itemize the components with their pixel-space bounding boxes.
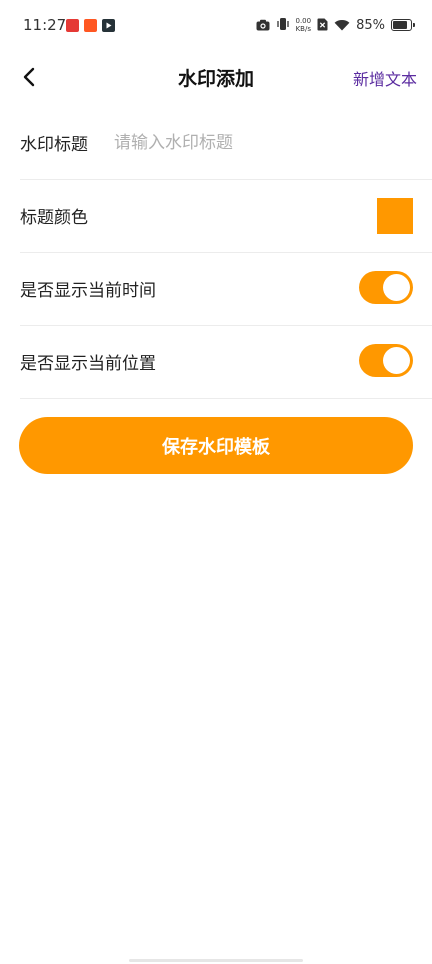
status-time: 11:27 — [23, 16, 67, 34]
battery-percent: 85% — [356, 17, 385, 33]
camera-icon — [256, 16, 270, 35]
battery-icon — [391, 19, 415, 31]
home-indicator[interactable] — [129, 959, 303, 962]
toggle-knob — [383, 347, 410, 374]
nav-bar: 水印添加 新增文本 — [0, 52, 432, 102]
show-location-row: 是否显示当前位置 — [20, 325, 432, 399]
show-time-toggle[interactable] — [359, 271, 413, 304]
color-swatch[interactable] — [377, 198, 413, 234]
no-sim-icon — [317, 16, 328, 35]
notification-app-icon — [66, 19, 79, 32]
wifi-icon — [334, 16, 350, 35]
show-location-label: 是否显示当前位置 — [20, 354, 156, 374]
toggle-knob — [383, 274, 410, 301]
color-label: 标题颜色 — [20, 208, 88, 228]
show-location-toggle[interactable] — [359, 344, 413, 377]
network-speed: 0.00 KB/s — [295, 17, 312, 33]
notification-app-icon — [84, 19, 97, 32]
title-label: 水印标题 — [20, 135, 88, 155]
show-time-row: 是否显示当前时间 — [20, 252, 432, 326]
status-icons: 0.00 KB/s 85% — [256, 14, 415, 36]
color-row: 标题颜色 — [20, 179, 432, 253]
notification-play-icon — [102, 19, 115, 32]
save-template-button[interactable]: 保存水印模板 — [19, 417, 413, 474]
title-row: 水印标题 — [20, 106, 432, 180]
status-bar: 11:27 0.00 KB/s 85% — [0, 0, 432, 52]
vibrate-icon — [276, 16, 290, 35]
title-input[interactable] — [114, 132, 354, 153]
add-text-button[interactable]: 新增文本 — [353, 66, 417, 90]
show-time-label: 是否显示当前时间 — [20, 281, 156, 301]
